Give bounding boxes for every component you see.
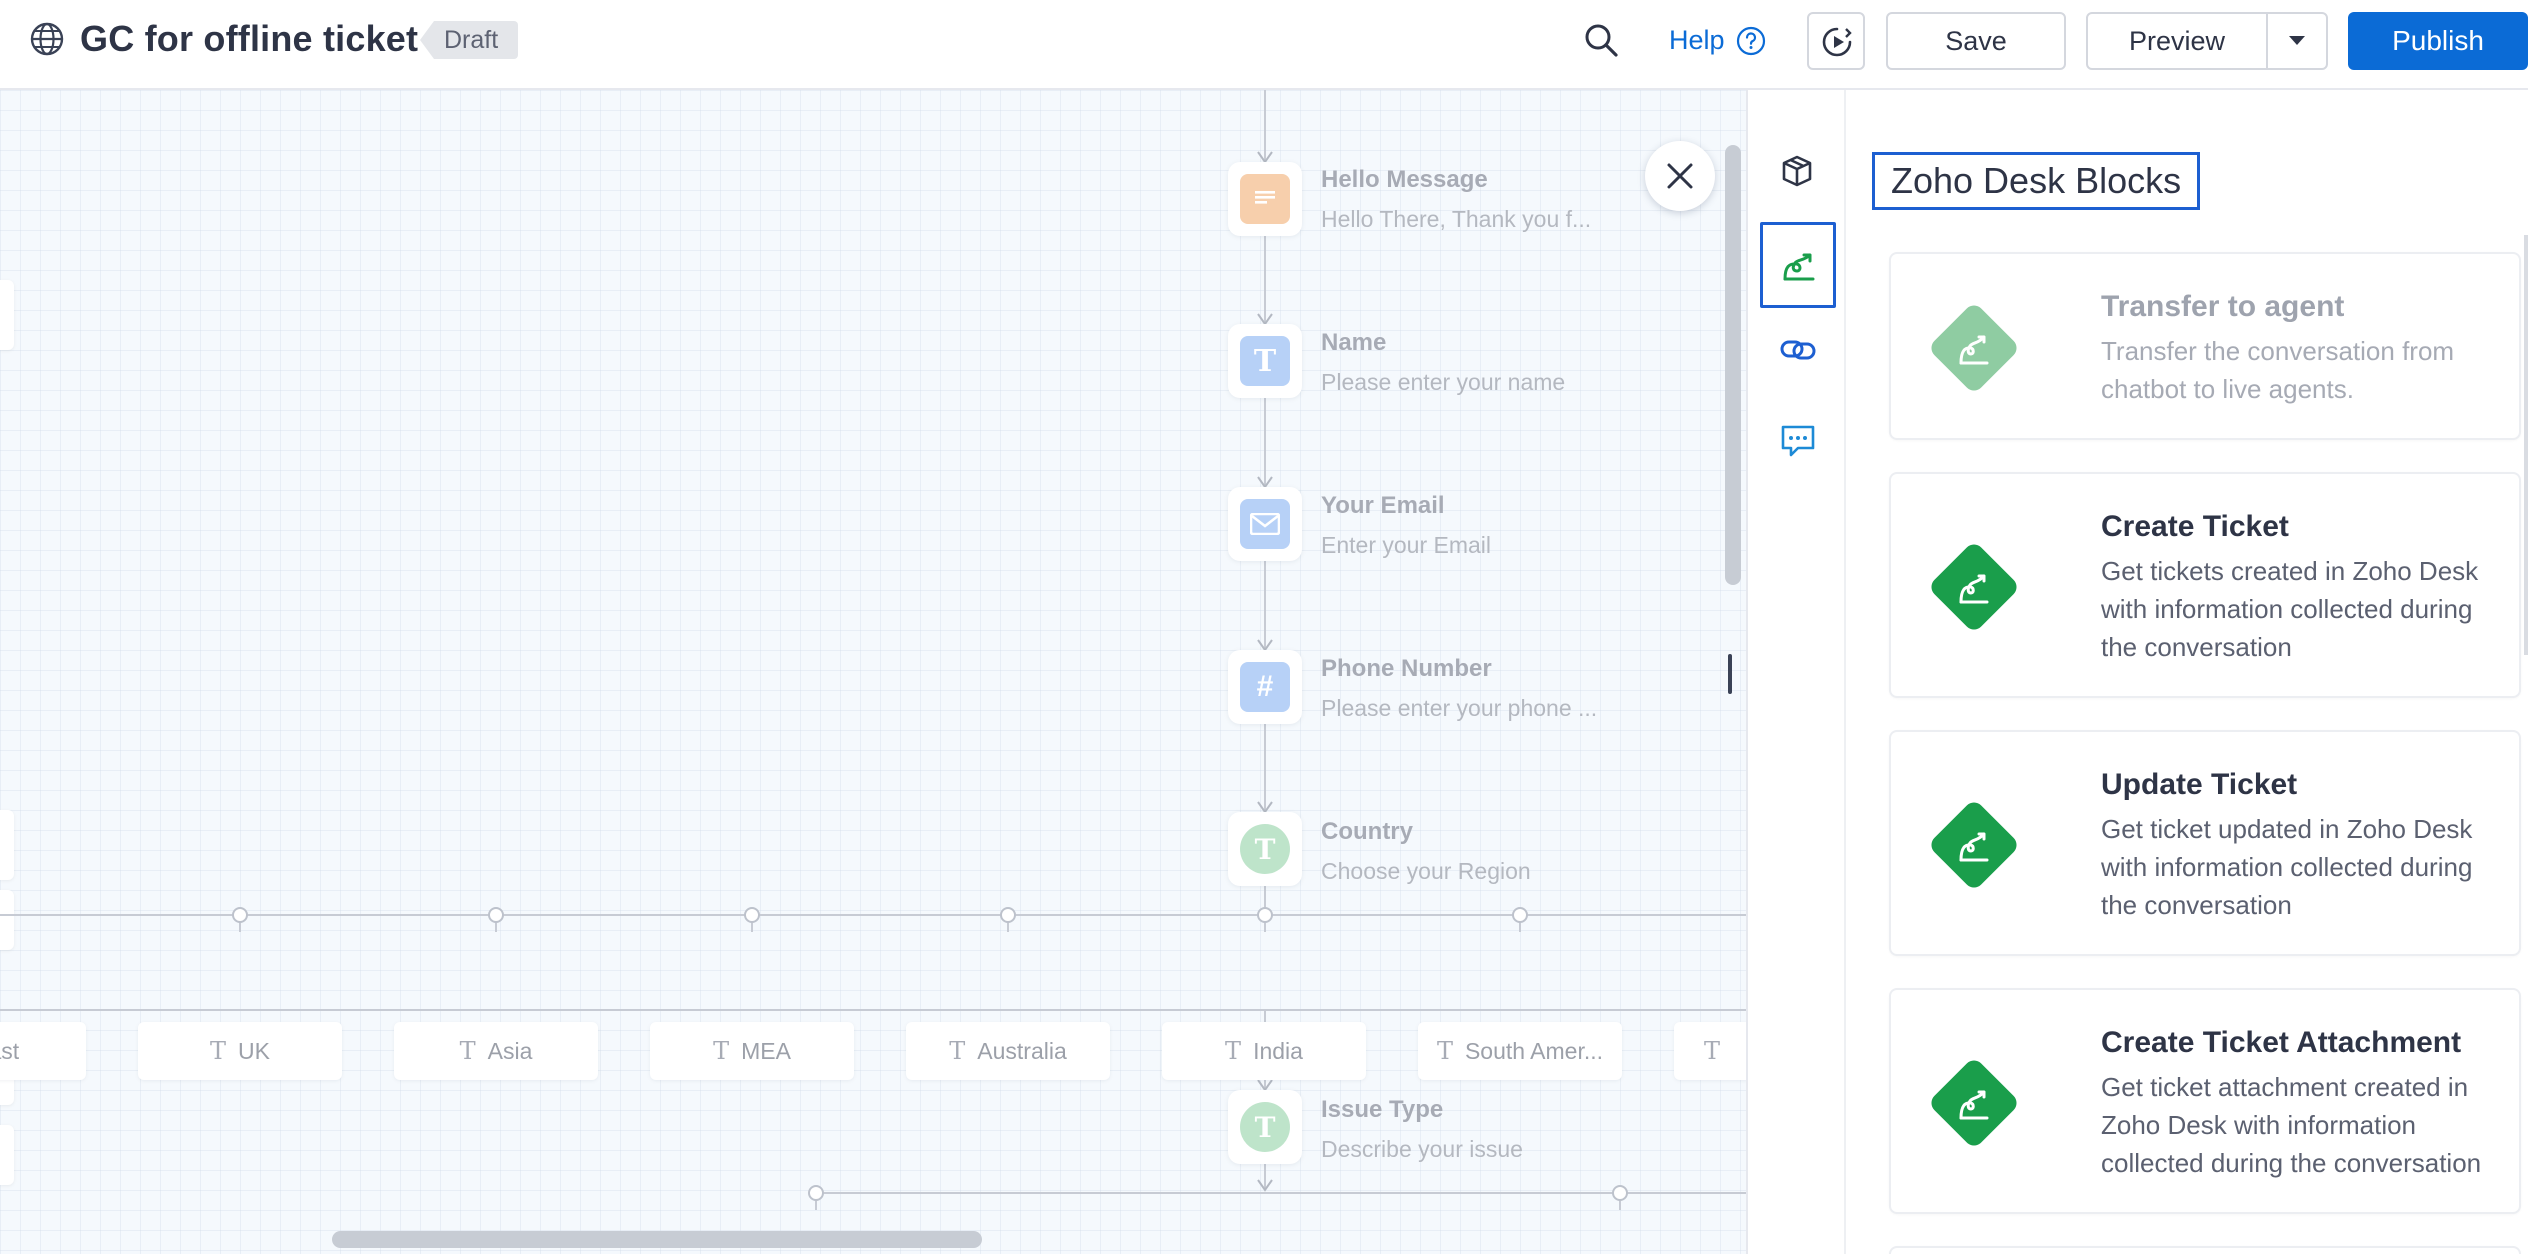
zoho-desk-icon <box>1959 832 1989 862</box>
block-title: Update Ticket <box>2101 768 2298 801</box>
flow-canvas[interactable]: Hello Message Hello There, Thank you f..… <box>0 90 1746 1254</box>
sidebar-item-integrations[interactable] <box>1760 312 1836 398</box>
close-icon <box>1667 163 1693 189</box>
block-card-create-ticket-attachment[interactable]: Create Ticket Attachment Get ticket atta… <box>1889 988 2521 1214</box>
panel-title: Zoho Desk Blocks <box>1872 152 2201 210</box>
chat-icon <box>1781 425 1815 457</box>
sidebar-item-zoho-desk[interactable] <box>1760 222 1836 308</box>
block-description: Get tickets created in Zoho Desk with in… <box>2101 556 2479 662</box>
block-title: Transfer to agent <box>2101 290 2345 323</box>
block-card-create-ticket[interactable]: Create Ticket Get tickets created in Zoh… <box>1889 472 2521 698</box>
bot-title[interactable]: GC for offline ticket <box>80 18 418 60</box>
block-description: Get ticket updated in Zoho Desk with inf… <box>2101 814 2473 920</box>
play-gauge-icon <box>1822 27 1852 57</box>
publish-button[interactable]: Publish <box>2348 12 2528 70</box>
link-icon <box>1780 340 1816 360</box>
canvas-horizontal-scrollbar[interactable] <box>332 1231 982 1248</box>
help-link[interactable]: Help <box>1669 25 1725 56</box>
zoho-desk-icon <box>1959 335 1989 365</box>
panel-scrollbar[interactable] <box>2524 235 2528 655</box>
zoho-desk-icon <box>1959 1090 1989 1120</box>
block-title: Create Ticket <box>2101 510 2289 543</box>
block-card-transfer-to-agent[interactable]: Transfer to agent Transfer the conversat… <box>1889 252 2521 440</box>
panel-resize-handle[interactable] <box>1728 654 1732 694</box>
save-button[interactable]: Save <box>1886 12 2066 70</box>
blocks-panel: Zoho Desk Blocks Transfer to agent Trans… <box>1846 90 2528 1254</box>
globe-icon[interactable] <box>29 21 65 57</box>
block-category-sidebar <box>1746 90 1846 1254</box>
block-description: Get ticket attachment created in Zoho De… <box>2101 1072 2482 1178</box>
block-title: Create Ticket Attachment <box>2101 1026 2462 1059</box>
preview-button[interactable]: Preview <box>2086 12 2268 70</box>
cube-icon <box>1782 155 1812 187</box>
test-bot-button[interactable] <box>1807 12 1865 70</box>
search-icon[interactable] <box>1583 22 1619 58</box>
canvas-vertical-scrollbar[interactable] <box>1725 145 1741 585</box>
canvas-overlay <box>0 90 1746 1254</box>
top-header: GC for offline ticket Draft Help Save Pr… <box>0 0 2528 90</box>
close-panel-button[interactable] <box>1645 141 1715 211</box>
preview-dropdown-button[interactable] <box>2266 12 2328 70</box>
block-card-next[interactable] <box>1889 1246 2521 1254</box>
block-description: Transfer the conversation from chatbot t… <box>2101 336 2455 404</box>
sidebar-item-messages[interactable] <box>1760 402 1836 488</box>
help-circle-icon[interactable] <box>1735 25 1767 57</box>
zoho-desk-icon <box>1783 253 1815 281</box>
block-card-update-ticket[interactable]: Update Ticket Get ticket updated in Zoho… <box>1889 730 2521 956</box>
zoho-desk-icon <box>1959 574 1989 604</box>
caret-down-icon <box>2289 36 2305 45</box>
status-badge: Draft <box>420 21 519 59</box>
sidebar-item-blocks[interactable] <box>1760 132 1836 218</box>
